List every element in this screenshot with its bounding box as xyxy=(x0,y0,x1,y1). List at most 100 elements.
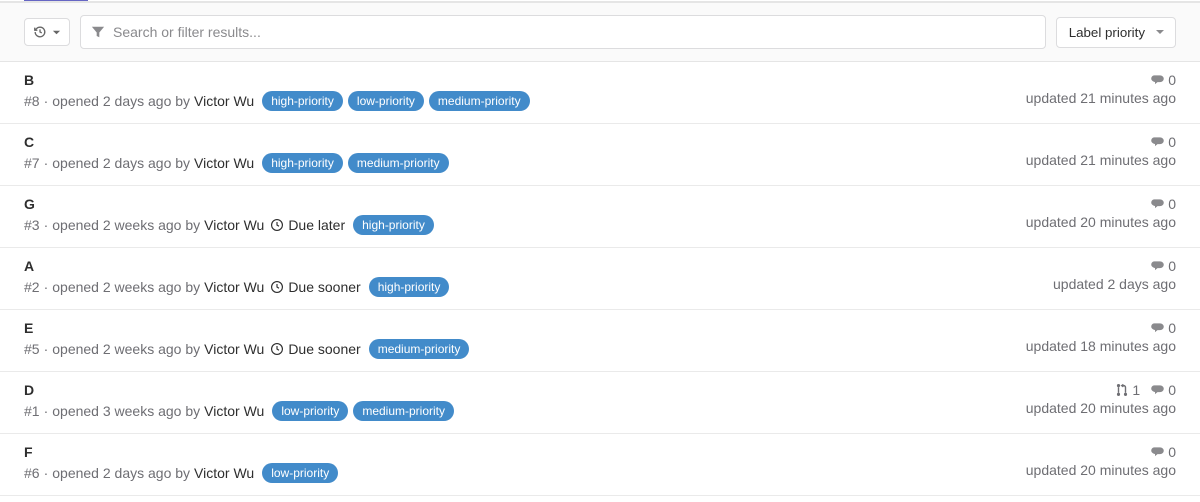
issue-row[interactable]: D #1·opened 3 weeks ago byVictor Wulow-pr… xyxy=(0,372,1200,434)
separator: · xyxy=(44,155,49,171)
issue-left: E#5·opened 2 weeks ago byVictor WuDue so… xyxy=(24,320,1010,359)
issue-right: 0updated 20 minutes ago xyxy=(1026,444,1176,478)
label-badge[interactable]: medium-priority xyxy=(348,153,449,173)
issue-opened: opened 3 weeks ago by xyxy=(52,403,200,419)
label-badge[interactable]: medium-priority xyxy=(353,401,454,421)
issue-meta: #6·opened 2 days ago byVictor Wulow-prio… xyxy=(24,463,1010,483)
issue-title[interactable]: C xyxy=(24,134,1010,150)
comments-count-value: 0 xyxy=(1168,320,1176,336)
issue-labels: high-prioritymedium-priority xyxy=(262,153,448,173)
comments-count[interactable]: 0 xyxy=(1150,382,1176,398)
issue-meta: #1·opened 3 weeks ago byVictor Wulow-pri… xyxy=(24,401,1010,421)
issue-updated: updated 2 days ago xyxy=(1053,276,1176,292)
issue-row[interactable]: A #2·opened 2 weeks ago byVictor WuDue so… xyxy=(0,248,1200,310)
comments-count[interactable]: 0 xyxy=(1150,72,1176,88)
issue-author[interactable]: Victor Wu xyxy=(204,403,264,419)
separator: · xyxy=(44,403,49,419)
comments-count-value: 0 xyxy=(1168,72,1176,88)
issue-left: D #1·opened 3 weeks ago byVictor Wulow-pr… xyxy=(24,382,1010,421)
issue-stats: 0 xyxy=(1026,444,1176,460)
issue-author[interactable]: Victor Wu xyxy=(194,93,254,109)
comments-count[interactable]: 0 xyxy=(1150,320,1176,336)
issue-title[interactable]: B xyxy=(24,72,1010,88)
issue-author[interactable]: Victor Wu xyxy=(204,341,264,357)
issue-opened: opened 2 days ago by xyxy=(52,465,190,481)
label-badge[interactable]: medium-priority xyxy=(369,339,470,359)
issue-title[interactable]: D xyxy=(24,382,1010,398)
issue-left: A #2·opened 2 weeks ago byVictor WuDue so… xyxy=(24,258,1037,297)
comments-count[interactable]: 0 xyxy=(1150,196,1176,212)
search-field[interactable] xyxy=(80,15,1046,49)
label-badge[interactable]: high-priority xyxy=(262,153,343,173)
issue-due-text: Due later xyxy=(288,217,345,233)
issue-ref: #5 xyxy=(24,341,40,357)
issue-title[interactable]: E xyxy=(24,320,1010,336)
issue-row[interactable]: E#5·opened 2 weeks ago byVictor WuDue so… xyxy=(0,310,1200,372)
issue-author[interactable]: Victor Wu xyxy=(194,155,254,171)
issue-updated: updated 20 minutes ago xyxy=(1026,214,1176,230)
merge-request-count-value: 1 xyxy=(1132,382,1140,398)
history-button[interactable] xyxy=(24,18,70,46)
issue-stats: 0 xyxy=(1026,196,1176,212)
issue-due: Due sooner xyxy=(270,341,360,357)
history-icon xyxy=(33,25,47,39)
issue-meta: #8·opened 2 days ago byVictor Wuhigh-pri… xyxy=(24,91,1010,111)
issue-ref: #2 xyxy=(24,279,40,295)
issue-due: Due sooner xyxy=(270,279,360,295)
issue-title[interactable]: G xyxy=(24,196,1010,212)
chevron-down-icon xyxy=(52,28,61,37)
chevron-down-icon xyxy=(1155,27,1165,37)
issue-row[interactable]: F #6·opened 2 days ago byVictor Wulow-pri… xyxy=(0,434,1200,496)
issue-author[interactable]: Victor Wu xyxy=(194,465,254,481)
comments-count-value: 0 xyxy=(1168,258,1176,274)
issue-opened: opened 2 weeks ago by xyxy=(52,341,200,357)
issue-row[interactable]: C#7·opened 2 days ago byVictor Wuhigh-pr… xyxy=(0,124,1200,186)
issue-updated: updated 18 minutes ago xyxy=(1026,338,1176,354)
comments-count[interactable]: 0 xyxy=(1150,258,1176,274)
label-badge[interactable]: high-priority xyxy=(353,215,434,235)
issue-ref: #3 xyxy=(24,217,40,233)
issue-right: 10updated 20 minutes ago xyxy=(1026,382,1176,416)
issue-meta: #2·opened 2 weeks ago byVictor WuDue soo… xyxy=(24,277,1037,297)
label-badge[interactable]: high-priority xyxy=(262,91,343,111)
issue-labels: high-priority xyxy=(369,277,450,297)
clock-icon xyxy=(270,280,284,294)
issue-right: 0updated 21 minutes ago xyxy=(1026,72,1176,106)
filter-icon xyxy=(91,25,105,39)
label-badge[interactable]: low-priority xyxy=(272,401,348,421)
issue-ref: #8 xyxy=(24,93,40,109)
label-badge[interactable]: low-priority xyxy=(262,463,338,483)
issue-row[interactable]: G #3·opened 2 weeks ago byVictor WuDue la… xyxy=(0,186,1200,248)
issue-left: C#7·opened 2 days ago byVictor Wuhigh-pr… xyxy=(24,134,1010,173)
comments-icon xyxy=(1150,197,1165,211)
issue-author[interactable]: Victor Wu xyxy=(204,217,264,233)
issue-labels: medium-priority xyxy=(369,339,470,359)
comments-icon xyxy=(1150,73,1165,87)
label-badge[interactable]: high-priority xyxy=(369,277,450,297)
issue-stats: 10 xyxy=(1026,382,1176,398)
search-input[interactable] xyxy=(105,18,1035,46)
comments-icon xyxy=(1150,259,1165,273)
issue-title[interactable]: A xyxy=(24,258,1037,274)
label-badge[interactable]: low-priority xyxy=(348,91,424,111)
comments-icon xyxy=(1150,135,1165,149)
comments-count[interactable]: 0 xyxy=(1150,134,1176,150)
separator: · xyxy=(44,279,49,295)
issue-row[interactable]: B #8·opened 2 days ago byVictor Wuhigh-pr… xyxy=(0,62,1200,124)
issue-stats: 0 xyxy=(1026,134,1176,150)
sort-dropdown[interactable]: Label priority xyxy=(1056,17,1176,48)
issue-stats: 0 xyxy=(1026,320,1176,336)
issue-due-text: Due sooner xyxy=(288,279,360,295)
issue-author[interactable]: Victor Wu xyxy=(204,279,264,295)
issue-stats: 0 xyxy=(1026,72,1176,88)
issue-stats: 0 xyxy=(1053,258,1176,274)
issue-meta: #3·opened 2 weeks ago byVictor WuDue lat… xyxy=(24,215,1010,235)
issue-right: 0 updated 21 minutes ago xyxy=(1026,134,1176,168)
merge-request-count[interactable]: 1 xyxy=(1115,382,1140,398)
issue-labels: high-prioritylow-prioritymedium-priority xyxy=(262,91,529,111)
issue-updated: updated 21 minutes ago xyxy=(1026,152,1176,168)
label-badge[interactable]: medium-priority xyxy=(429,91,530,111)
issue-title[interactable]: F xyxy=(24,444,1010,460)
comments-count-value: 0 xyxy=(1168,444,1176,460)
comments-count[interactable]: 0 xyxy=(1150,444,1176,460)
